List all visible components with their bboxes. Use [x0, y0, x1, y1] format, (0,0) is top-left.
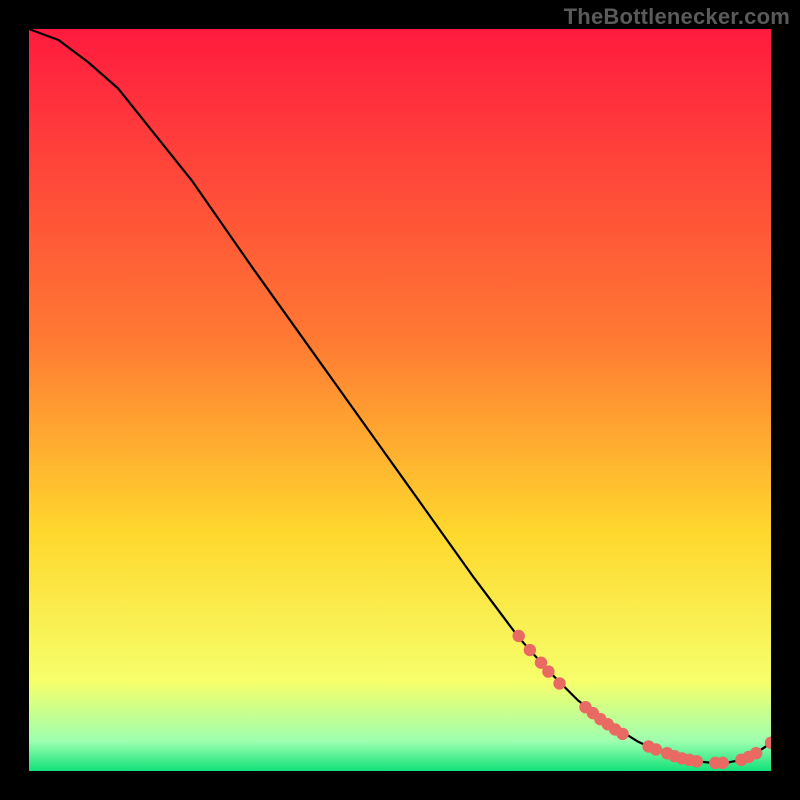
data-marker — [553, 677, 565, 689]
chart-frame: TheBottlenecker.com — [0, 0, 800, 800]
data-marker — [616, 728, 628, 740]
data-marker — [513, 630, 525, 642]
data-marker — [524, 644, 536, 656]
watermark-text: TheBottlenecker.com — [564, 4, 790, 30]
data-marker — [750, 747, 762, 759]
data-marker — [650, 743, 662, 755]
gradient-background — [29, 29, 771, 771]
plot-area — [29, 29, 771, 771]
data-marker — [691, 755, 703, 767]
data-marker — [542, 665, 554, 677]
chart-svg — [29, 29, 771, 771]
data-marker — [717, 757, 729, 769]
